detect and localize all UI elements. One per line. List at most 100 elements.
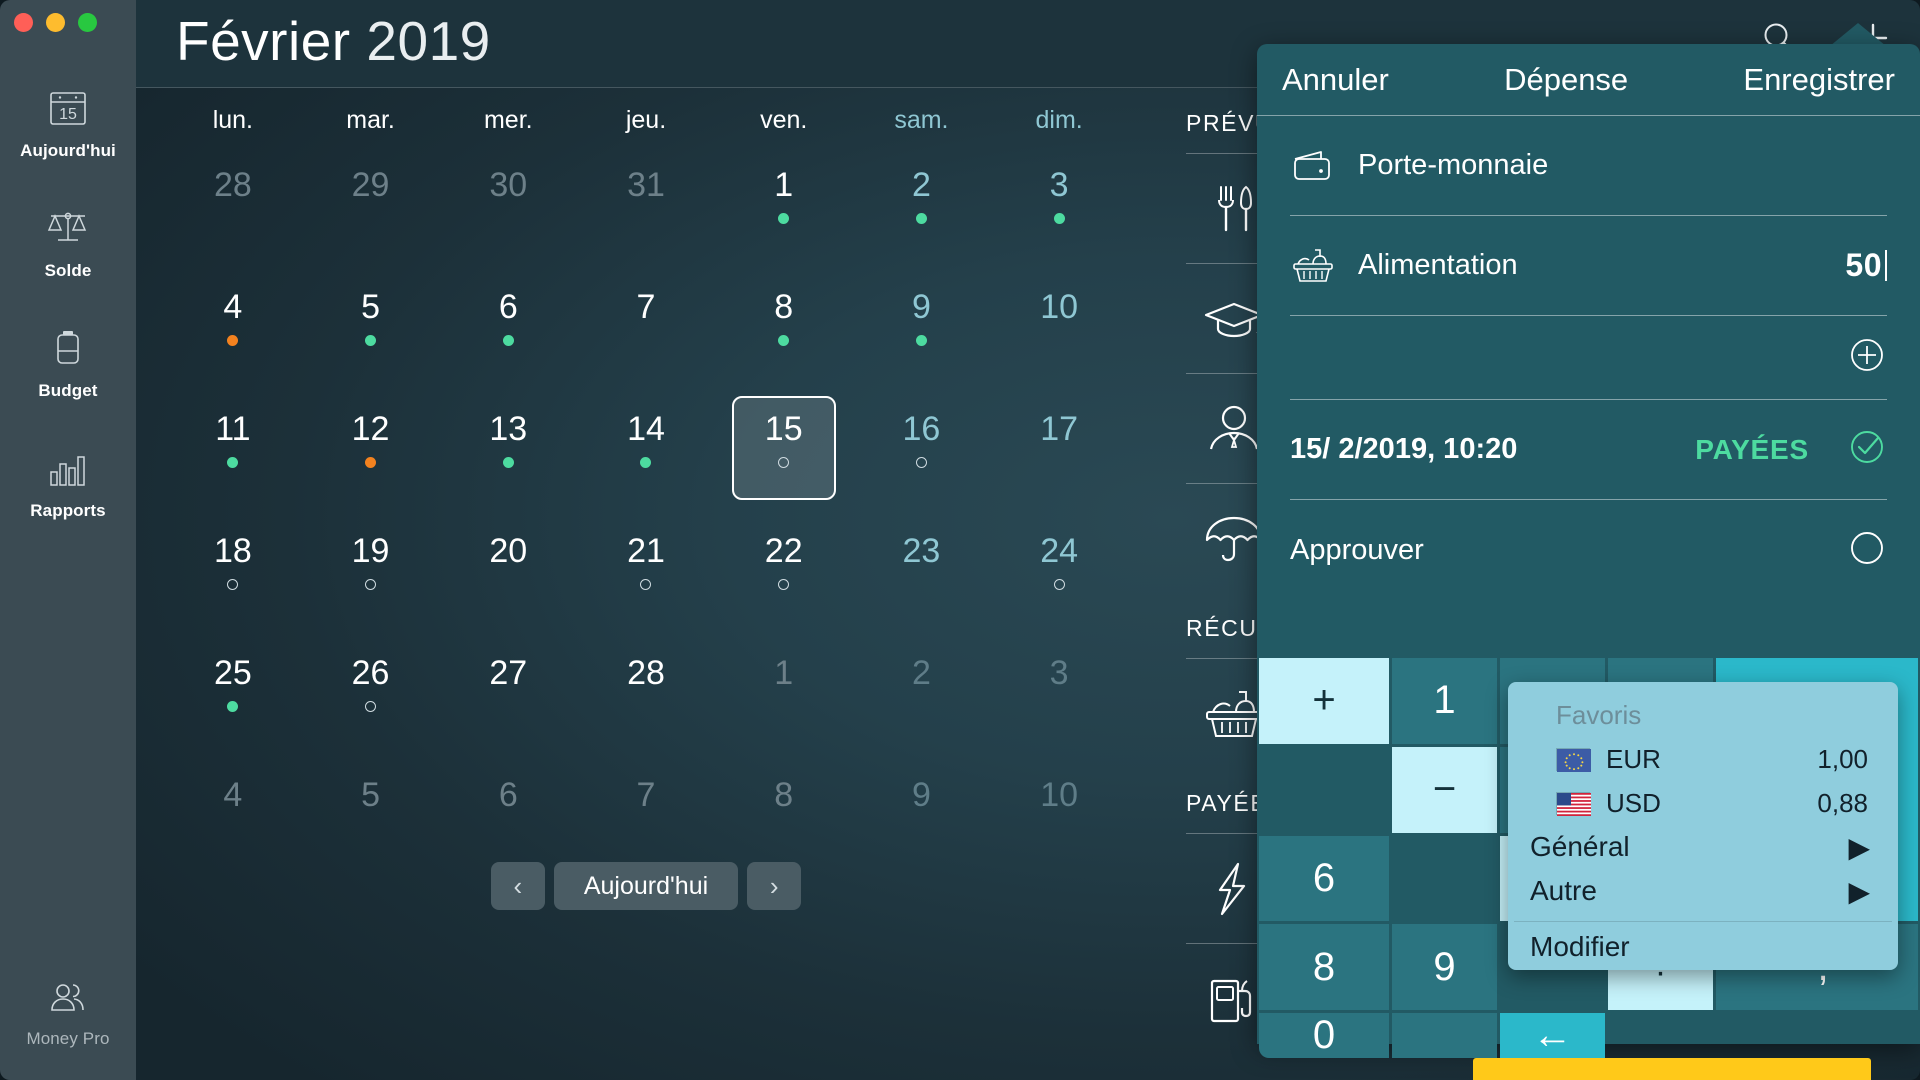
today-button[interactable]: Aujourd'hui <box>553 862 739 910</box>
calendar-day-number: 2 <box>911 166 931 204</box>
calendar-navigation: ‹ Aujourd'hui › <box>136 862 1156 910</box>
calendar-day-marker-ring <box>640 579 652 590</box>
calendar-day-marker-ring <box>365 579 377 590</box>
calendar-day-number: 23 <box>902 532 941 570</box>
plus-circle-icon[interactable] <box>1847 335 1887 380</box>
calendar-day-number: 22 <box>764 532 803 570</box>
calendar-day[interactable]: 7 <box>577 274 715 396</box>
calendar-day[interactable]: 16 <box>853 396 991 518</box>
calendar-day-number: 14 <box>627 410 665 448</box>
calendar-day[interactable]: 4 <box>164 274 302 396</box>
calendar-day[interactable]: 18 <box>164 518 302 640</box>
calendar-day-number: 17 <box>1040 410 1079 448</box>
calendar-day[interactable]: 25 <box>164 640 302 762</box>
calendar-day-number: 3 <box>1049 166 1069 204</box>
sidebar-item-budget[interactable]: Budget <box>0 302 136 422</box>
money-pro-window: 15 Aujourd'hui Solde Budget Rapports Mon… <box>0 0 1920 1080</box>
calendar-day[interactable]: 1 <box>715 152 853 274</box>
calendar-day[interactable]: 27 <box>439 640 577 762</box>
calendar-day-name: mer. <box>483 105 533 134</box>
calendar-day[interactable]: 14 <box>577 396 715 518</box>
calendar-day-number: 27 <box>489 654 528 692</box>
calendar-day[interactable]: 9 <box>853 274 991 396</box>
text-caret <box>1885 250 1887 281</box>
save-button[interactable]: Enregistrer <box>1743 62 1895 98</box>
calendar-day[interactable]: 28 <box>577 640 715 762</box>
group-label: Général <box>1530 831 1630 862</box>
favorites-group-other[interactable]: Autre ▶ <box>1508 869 1898 913</box>
favorites-currency-eur[interactable]: EUR 1,00 <box>1508 737 1898 781</box>
date-status-row[interactable]: 15/ 2/2019, 10:20 PAYÉES <box>1290 400 1887 500</box>
favorites-currency-usd[interactable]: USD 0,88 <box>1508 781 1898 825</box>
prev-month-button[interactable]: ‹ <box>490 862 545 910</box>
add-split-row[interactable] <box>1290 316 1887 400</box>
calendar-day[interactable]: 6 <box>439 274 577 396</box>
keypad-key-backspace[interactable]: ← <box>1500 1013 1605 1058</box>
calendar-day-marker-ring <box>365 701 377 712</box>
calendar-day[interactable]: 13 <box>439 396 577 518</box>
next-month-button[interactable]: › <box>747 862 802 910</box>
sidebar-item-money-pro[interactable]: Money Pro <box>0 950 136 1070</box>
chevron-right-icon: ▶ <box>1848 875 1870 907</box>
calendar-day[interactable]: 19 <box>302 518 440 640</box>
calendar-day[interactable]: 5 <box>302 274 440 396</box>
sidebar-item-today[interactable]: 15 Aujourd'hui <box>0 62 136 182</box>
calendar-day[interactable]: 28 <box>164 152 302 274</box>
category-row[interactable]: Alimentation 50 <box>1290 216 1887 316</box>
calendar-day[interactable]: 30 <box>439 152 577 274</box>
transaction-type-label[interactable]: Dépense <box>1504 62 1628 98</box>
favorites-group-general[interactable]: Général ▶ <box>1508 825 1898 869</box>
calendar-day-marker-green <box>502 457 514 468</box>
cancel-button[interactable]: Annuler <box>1282 62 1389 98</box>
minimize-button[interactable] <box>46 13 65 32</box>
keypad-key-minus[interactable]: − <box>1392 746 1497 833</box>
empty-circle-icon[interactable] <box>1847 528 1887 573</box>
calendar-day-number: 2 <box>911 654 931 692</box>
calendar-day[interactable]: 2 <box>853 640 991 762</box>
calendar-day[interactable]: 31 <box>577 152 715 274</box>
battery-icon <box>44 324 92 372</box>
account-row[interactable]: Porte-monnaie <box>1290 116 1887 216</box>
calendar-day[interactable]: 24 <box>990 518 1128 640</box>
calendar-day[interactable]: 22 <box>715 518 853 640</box>
calendar-day[interactable]: 17 <box>990 396 1128 518</box>
keypad-key-0[interactable]: 0 <box>1259 1013 1389 1058</box>
calendar-day[interactable]: 2 <box>853 152 991 274</box>
keypad-key-9[interactable]: 9 <box>1392 924 1497 1010</box>
calendar-day-number: 24 <box>1040 532 1079 570</box>
calendar-day[interactable]: 23 <box>853 518 991 640</box>
calendar-day[interactable]: 20 <box>439 518 577 640</box>
keypad-key-8[interactable]: 8 <box>1259 924 1389 1010</box>
calendar-day-selected[interactable]: 15 <box>715 396 853 518</box>
calendar-day-number: 10 <box>1040 288 1079 326</box>
calendar-day-number: 1 <box>774 654 794 692</box>
calendar-day[interactable]: 1 <box>715 640 853 762</box>
calendar-day[interactable]: 26 <box>302 640 440 762</box>
calendar-day-number: 11 <box>215 410 251 448</box>
calendar-day[interactable]: 8 <box>715 274 853 396</box>
keypad-key-1[interactable]: 1 <box>1392 658 1497 744</box>
edit-favorites-button[interactable]: Modifier <box>1508 922 1898 972</box>
calendar-day-number: 21 <box>627 532 665 570</box>
calendar-day[interactable]: 3 <box>990 640 1128 762</box>
calendar-week-row: 25 26 27 28 1 2 3 <box>164 640 1128 762</box>
calendar-day[interactable]: 11 <box>164 396 302 518</box>
calendar-day[interactable]: 3 <box>990 152 1128 274</box>
check-circle-icon[interactable] <box>1847 427 1887 472</box>
keypad-key-plus[interactable]: + <box>1259 658 1389 744</box>
calendar-day-number: 16 <box>902 410 941 448</box>
close-button[interactable] <box>14 13 33 32</box>
calendar-day[interactable]: 29 <box>302 152 440 274</box>
calendar-day-number: 4 <box>223 776 243 814</box>
zoom-button[interactable] <box>78 13 97 32</box>
keypad-key-6[interactable]: 6 <box>1259 835 1389 922</box>
calendar-day[interactable]: 21 <box>577 518 715 640</box>
calendar-day[interactable]: 10 <box>990 274 1128 396</box>
sidebar-item-balance[interactable]: Solde <box>0 182 136 302</box>
favorites-title: Favoris <box>1556 700 1642 730</box>
calendar-day[interactable]: 12 <box>302 396 440 518</box>
sidebar-item-reports[interactable]: Rapports <box>0 422 136 542</box>
amount-input[interactable]: 50 <box>1845 247 1887 284</box>
approve-row[interactable]: Approuver <box>1290 500 1887 600</box>
transaction-date[interactable]: 15/ 2/2019, 10:20 <box>1290 433 1673 466</box>
